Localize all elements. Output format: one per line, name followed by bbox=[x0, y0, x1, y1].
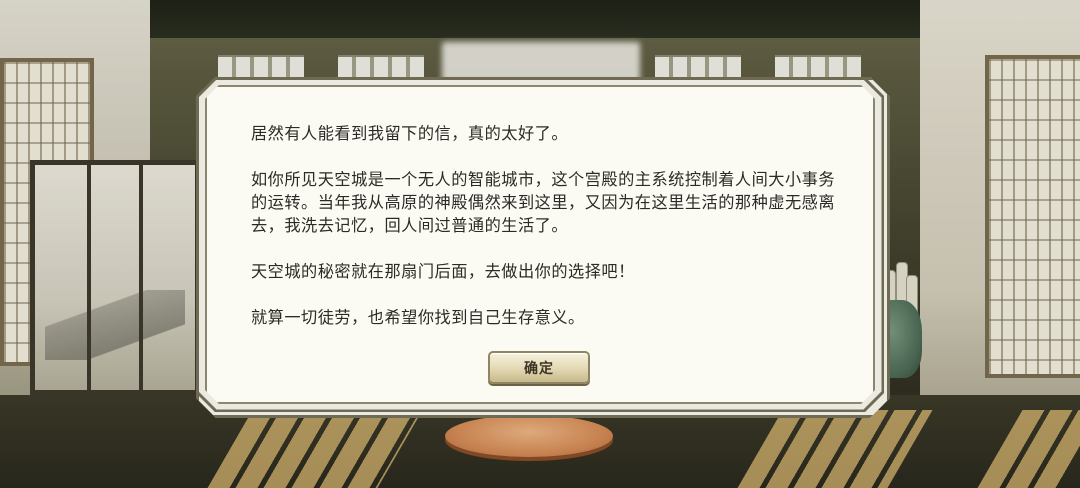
letter-text: 居然有人能看到我留下的信，真的太好了。 如你所见天空城是一个无人的智能城市，这个… bbox=[251, 122, 851, 329]
confirm-button-label: 确定 bbox=[524, 360, 554, 377]
letter-paragraph: 天空城的秘密就在那扇门后面，去做出你的选择吧！ bbox=[251, 262, 635, 281]
letter-paragraph: 就算一切徒劳，也希望你找到自己生存意义。 bbox=[251, 308, 585, 327]
letter-paragraph: 如你所见天空城是一个无人的智能城市，这个宫殿的主系统控制着人间大小事务的运转。当… bbox=[251, 170, 836, 235]
letter-paragraph: 居然有人能看到我留下的信，真的太好了。 bbox=[251, 124, 569, 143]
confirm-button[interactable]: 确定 bbox=[488, 351, 590, 384]
